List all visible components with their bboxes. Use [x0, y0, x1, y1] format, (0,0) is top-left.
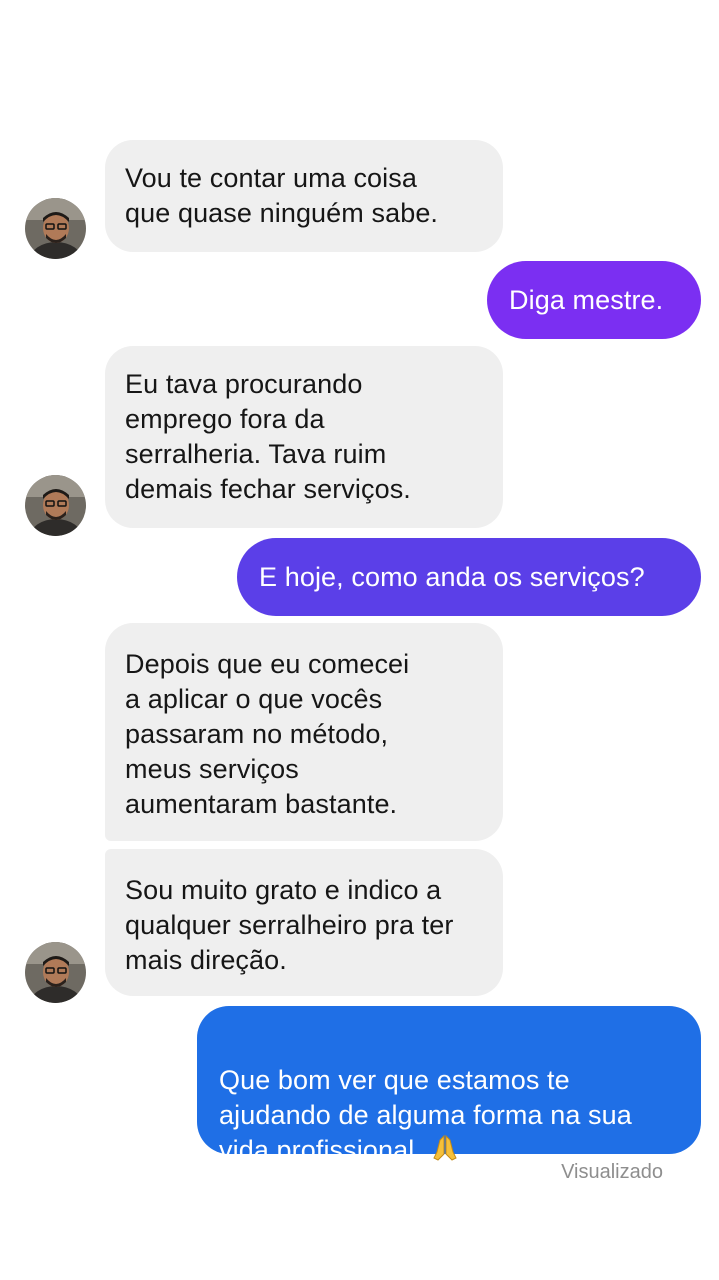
- seen-status: Visualizado: [561, 1161, 663, 1183]
- contact-avatar[interactable]: [25, 942, 86, 1003]
- folded-hands-icon: [432, 1134, 458, 1171]
- outgoing-message-bubble[interactable]: E hoje, como anda os serviços?: [237, 538, 701, 616]
- incoming-message-bubble[interactable]: Sou muito grato e indico a qualquer serr…: [105, 849, 503, 996]
- outgoing-message-bubble[interactable]: Que bom ver que estamos te ajudando de a…: [197, 1006, 701, 1165]
- message-text: Que bom ver que estamos te ajudando de a…: [219, 1065, 632, 1165]
- contact-avatar[interactable]: [25, 198, 86, 259]
- outgoing-message-bubble[interactable]: Diga mestre.: [487, 261, 701, 339]
- chat-screen: Vou te contar uma coisa que quase ningué…: [0, 0, 719, 1280]
- incoming-message-bubble[interactable]: Vou te contar uma coisa que quase ningué…: [105, 140, 503, 252]
- contact-avatar[interactable]: [25, 475, 86, 536]
- incoming-message-bubble[interactable]: Eu tava procurando emprego fora da serra…: [105, 346, 503, 528]
- incoming-message-bubble[interactable]: Depois que eu comecei a aplicar o que vo…: [105, 623, 503, 841]
